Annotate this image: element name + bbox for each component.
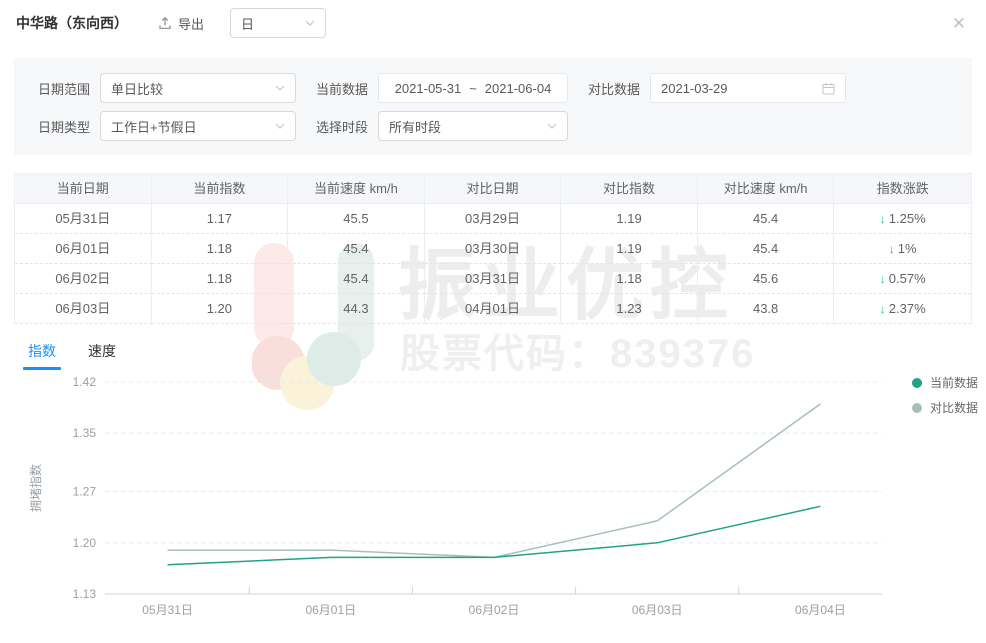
legend-label-current: 当前数据 xyxy=(929,376,978,390)
filter-row-2: 日期类型 工作日+节假日 选择时段 所有时段 xyxy=(38,111,948,141)
table-cell: 1.18 xyxy=(561,264,698,294)
change-cell: ↓ 1% xyxy=(834,234,971,264)
change-cell: ↓ 1.25% xyxy=(834,204,971,234)
time-period-select[interactable]: 所有时段 xyxy=(378,111,568,141)
export-button[interactable]: 导出 xyxy=(158,14,204,33)
table-header-cell: 对比速度 km/h xyxy=(697,174,835,204)
table-cell: 06月03日 xyxy=(15,294,152,324)
current-data-start: 2021-05-31 xyxy=(394,80,462,96)
svg-text:1.35: 1.35 xyxy=(73,426,97,440)
legend-item-compare[interactable]: 对比数据 xyxy=(911,399,978,416)
table-cell: 1.19 xyxy=(561,204,698,234)
granularity-value: 日 xyxy=(241,16,255,32)
line-chart-canvas: 1.13 1.20 1.27 1.35 1.42 05月31日 06月01日 06月02日 06… xyxy=(28,375,882,617)
chevron-down-icon xyxy=(547,123,557,129)
date-type-value: 工作日+节假日 xyxy=(111,119,197,135)
table-cell: 1.19 xyxy=(561,234,698,264)
svg-text:1.13: 1.13 xyxy=(73,587,97,601)
svg-text:05月31日: 05月31日 xyxy=(142,603,193,617)
down-arrow-icon: ↓ xyxy=(879,302,886,316)
compare-data-date-input[interactable]: 2021-03-29 xyxy=(650,73,846,103)
comparison-table-wrap: 当前日期 当前指数 当前速度 km/h 对比日期 对比指数 对比速度 km/h 指数涨跌 05… xyxy=(14,173,972,324)
upload-icon xyxy=(159,16,171,29)
legend-item-current[interactable]: 当前数据 xyxy=(911,374,978,391)
date-range-value: 单日比较 xyxy=(111,81,164,97)
granularity-select[interactable]: 日 xyxy=(230,8,327,38)
chevron-down-icon xyxy=(275,85,285,91)
table-cell: 44.3 xyxy=(288,294,425,324)
current-data-daterange-input[interactable]: 2021-05-31 ~ 2021-06-04 xyxy=(378,73,568,103)
table-header-cell: 对比日期 xyxy=(424,174,562,204)
date-type-select[interactable]: 工作日+节假日 xyxy=(100,111,296,141)
table-cell: 03月30日 xyxy=(424,234,562,264)
table-cell: 04月01日 xyxy=(424,294,562,324)
down-arrow-icon: ↓ xyxy=(879,272,886,286)
congestion-index-chart: 1.13 1.20 1.27 1.35 1.42 05月31日 06月01日 06月02日 06… xyxy=(0,372,986,643)
svg-text:06月01日: 06月01日 xyxy=(305,603,356,617)
table-cell: 05月31日 xyxy=(15,204,152,234)
filter-panel: 日期范围 单日比较 当前数据 2021-05-31 ~ 2021-06-04 对… xyxy=(14,58,972,155)
svg-text:1.42: 1.42 xyxy=(73,375,97,389)
route-analysis-panel: 振业优控 股票代码：839376 中华路（东向西） 导出 日 ✕ 日期范围 单日… xyxy=(0,0,986,643)
date-range-label: 日期范围 xyxy=(38,81,91,97)
export-label: 导出 xyxy=(178,16,205,32)
tab-index[interactable]: 指数 xyxy=(23,339,61,370)
table-cell: 06月01日 xyxy=(15,234,152,264)
change-cell: ↓ 2.37% xyxy=(834,294,971,324)
current-data-end: 2021-06-04 xyxy=(484,80,552,96)
header: 中华路（东向西） 导出 日 ✕ xyxy=(0,0,986,46)
change-cell: ↓ 0.57% xyxy=(834,264,971,294)
date-range-select[interactable]: 单日比较 xyxy=(100,73,296,103)
data-table: 当前日期 当前指数 当前速度 km/h 对比日期 对比指数 对比速度 km/h 指数涨跌 05… xyxy=(14,173,972,324)
time-period-value: 所有时段 xyxy=(389,119,442,135)
legend-label-compare: 对比数据 xyxy=(929,401,978,415)
table-cell: 45.4 xyxy=(288,264,425,294)
table-cell: 45.4 xyxy=(288,234,425,264)
range-separator: ~ xyxy=(469,80,477,96)
legend-dot-compare xyxy=(911,402,922,413)
down-arrow-icon: ↓ xyxy=(888,242,895,256)
svg-text:06月02日: 06月02日 xyxy=(469,603,520,617)
chevron-down-icon xyxy=(305,20,315,26)
close-icon[interactable]: ✕ xyxy=(948,13,970,34)
table-cell: 03月29日 xyxy=(424,204,562,234)
table-cell: 1.17 xyxy=(151,204,289,234)
table-cell: 1.23 xyxy=(561,294,698,324)
table-header-cell: 当前日期 xyxy=(15,174,152,204)
table-cell: 06月02日 xyxy=(15,264,152,294)
date-type-label: 日期类型 xyxy=(38,119,91,135)
table-header-cell: 当前指数 xyxy=(151,174,289,204)
table-header-cell: 当前速度 km/h xyxy=(288,174,425,204)
chart-tabs: 指数 速度 xyxy=(23,339,986,370)
time-period-label: 选择时段 xyxy=(316,119,369,135)
page-title: 中华路（东向西） xyxy=(16,15,128,31)
chart-legend: 当前数据 对比数据 xyxy=(911,374,978,416)
table-header-cell: 对比指数 xyxy=(561,174,698,204)
filter-row-1: 日期范围 单日比较 当前数据 2021-05-31 ~ 2021-06-04 对… xyxy=(38,73,948,103)
table-cell: 1.20 xyxy=(151,294,289,324)
chevron-down-icon xyxy=(275,123,285,129)
table-cell: 45.5 xyxy=(288,204,425,234)
svg-text:1.20: 1.20 xyxy=(73,536,97,550)
table-cell: 03月31日 xyxy=(424,264,562,294)
table-cell: 1.18 xyxy=(151,234,289,264)
calendar-icon xyxy=(822,82,835,94)
table-header-cell: 指数涨跌 xyxy=(834,174,971,204)
down-arrow-icon: ↓ xyxy=(879,212,886,226)
table-cell: 45.4 xyxy=(697,204,835,234)
table-cell: 1.18 xyxy=(151,264,289,294)
legend-dot-current xyxy=(911,377,922,388)
svg-text:拥堵指数: 拥堵指数 xyxy=(28,464,43,512)
svg-text:1.27: 1.27 xyxy=(73,485,97,499)
compare-data-label: 对比数据 xyxy=(588,81,641,97)
table-cell: 45.4 xyxy=(697,234,835,264)
svg-text:06月03日: 06月03日 xyxy=(632,603,683,617)
svg-text:06月04日: 06月04日 xyxy=(795,603,846,617)
table-cell: 45.6 xyxy=(697,264,835,294)
table-cell: 43.8 xyxy=(697,294,835,324)
current-data-label: 当前数据 xyxy=(316,81,369,97)
compare-data-value: 2021-03-29 xyxy=(661,80,728,96)
tab-speed[interactable]: 速度 xyxy=(86,339,118,370)
